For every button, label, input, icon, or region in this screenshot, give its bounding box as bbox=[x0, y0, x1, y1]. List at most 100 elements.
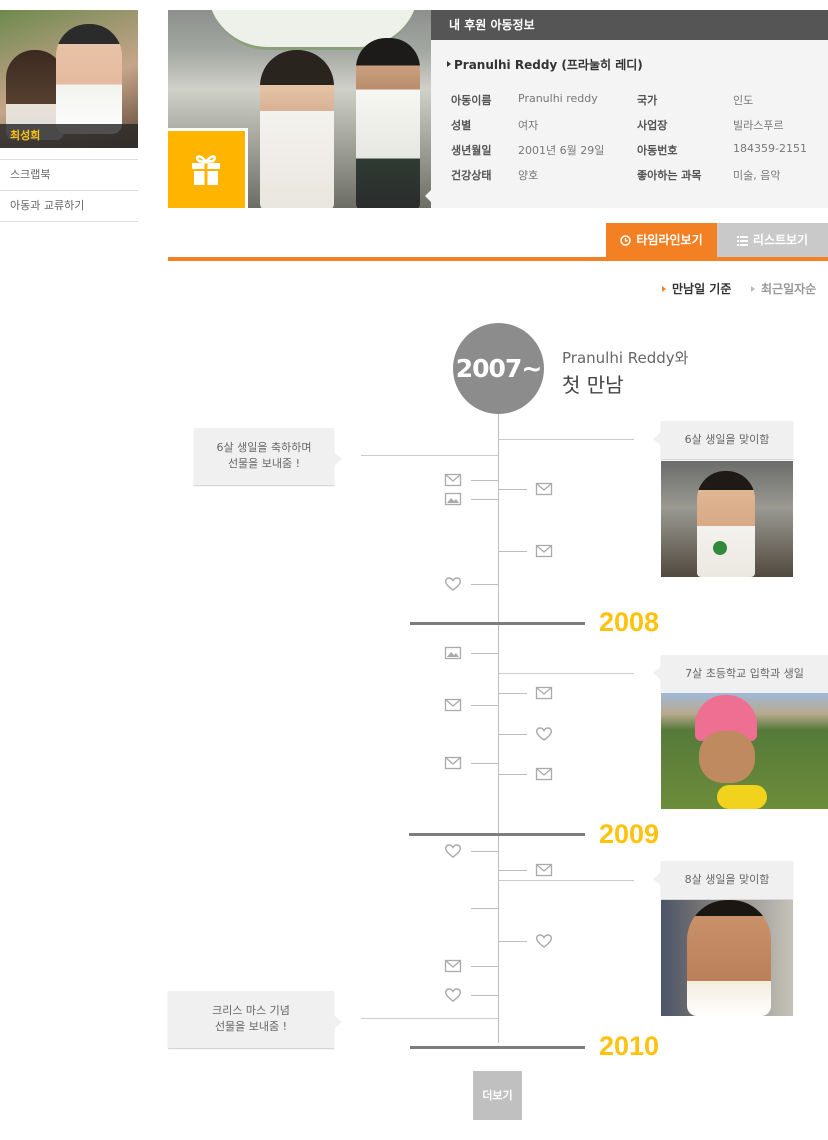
mail-icon[interactable] bbox=[444, 959, 462, 973]
bullet-icon bbox=[662, 286, 666, 292]
info-value: 미술, 음악 bbox=[733, 169, 781, 182]
heart-icon[interactable] bbox=[535, 726, 553, 742]
tab-timeline-label: 타임라인보기 bbox=[636, 233, 703, 247]
child-hero-photo bbox=[168, 10, 431, 208]
more-button[interactable]: 더보기 bbox=[473, 1071, 522, 1120]
photo-child bbox=[687, 900, 771, 1016]
year-label: 2010 bbox=[599, 1031, 660, 1061]
hero-girl bbox=[260, 50, 334, 208]
heart-icon[interactable] bbox=[535, 933, 553, 949]
hero-boy bbox=[356, 38, 420, 208]
profile-name: 최성희 bbox=[0, 124, 138, 148]
mail-icon[interactable] bbox=[535, 863, 553, 877]
photo-icon[interactable] bbox=[444, 492, 462, 506]
year-label: 2009 bbox=[599, 819, 660, 849]
tab-list[interactable]: 리스트보기 bbox=[717, 223, 828, 257]
child-name: Pranulhi Reddy (프라눌히 레디) bbox=[447, 56, 643, 73]
year-divider bbox=[410, 1046, 585, 1049]
mail-icon[interactable] bbox=[535, 686, 553, 700]
side-menu: 스크랩북 아동과 교류하기 bbox=[0, 159, 138, 222]
timeline-tick bbox=[499, 551, 527, 552]
info-label: 국가 bbox=[637, 94, 658, 107]
info-value: 2001년 6월 29일 bbox=[518, 144, 605, 157]
timeline-tick bbox=[471, 908, 499, 909]
info-label: 아동이름 bbox=[451, 94, 492, 107]
event-photo[interactable] bbox=[661, 900, 793, 1016]
child-info-panel: 내 후원 아동정보 Pranulhi Reddy (프라눌히 레디) 아동이름 … bbox=[431, 10, 828, 208]
mail-icon[interactable] bbox=[444, 698, 462, 712]
event-connector bbox=[361, 455, 498, 456]
event-text: 6살 생일을 맞이함 bbox=[684, 433, 770, 446]
photo-badge bbox=[713, 541, 727, 555]
tab-timeline[interactable]: 타임라인보기 bbox=[606, 223, 717, 257]
timeline-tick bbox=[471, 851, 499, 852]
heart-icon[interactable] bbox=[444, 843, 462, 859]
mail-icon[interactable] bbox=[444, 756, 462, 770]
timeline-tick bbox=[471, 705, 499, 706]
start-year-circle: 2007~ bbox=[453, 323, 544, 414]
event-photo[interactable] bbox=[661, 693, 828, 809]
event-bubble[interactable]: 6살 생일을 축하하며 선물을 보내줌 ! bbox=[194, 428, 342, 485]
mail-icon[interactable] bbox=[444, 473, 462, 487]
first-meet-line2: 첫 만남 bbox=[562, 373, 624, 397]
child-name-text: Pranulhi Reddy (프라눌히 레디) bbox=[454, 58, 643, 72]
info-label: 건강상태 bbox=[451, 169, 492, 182]
timeline-tick bbox=[499, 693, 527, 694]
profile-photo[interactable]: 최성희 bbox=[0, 10, 138, 148]
photo-child bbox=[699, 731, 755, 783]
timeline-tick bbox=[499, 734, 527, 735]
menu-item-scrapbook[interactable]: 스크랩북 bbox=[0, 160, 138, 191]
mail-icon[interactable] bbox=[535, 767, 553, 781]
timeline-tick bbox=[471, 499, 499, 500]
event-text: 선물을 보내줌 ! bbox=[214, 1020, 288, 1033]
year-divider bbox=[410, 622, 585, 625]
info-value: 인도 bbox=[733, 94, 754, 107]
info-label: 아동번호 bbox=[637, 144, 678, 157]
gift-button[interactable] bbox=[168, 128, 248, 208]
event-bubble[interactable]: 6살 생일을 맞이함 bbox=[653, 421, 793, 459]
event-bubble[interactable]: 8살 생일을 맞이함 bbox=[653, 861, 793, 899]
info-value: 184359-2151 bbox=[733, 142, 807, 155]
event-text: 8살 생일을 맞이함 bbox=[684, 873, 770, 886]
profile-photo-sponsor bbox=[56, 24, 122, 134]
event-bubble[interactable]: 크리스 마스 기념 선물을 보내줌 ! bbox=[168, 991, 342, 1048]
timeline-tick bbox=[471, 584, 499, 585]
timeline-tick bbox=[499, 489, 527, 490]
mail-icon[interactable] bbox=[535, 482, 553, 496]
event-text: 6살 생일을 축하하며 bbox=[216, 441, 312, 454]
timeline-tick bbox=[499, 774, 527, 775]
timeline-tick bbox=[471, 966, 499, 967]
heart-icon[interactable] bbox=[444, 576, 462, 592]
event-connector bbox=[499, 673, 634, 674]
info-label: 좋아하는 과목 bbox=[637, 169, 702, 182]
timeline-tick bbox=[499, 870, 527, 871]
event-bubble[interactable]: 7살 초등학교 입학과 생일 bbox=[653, 655, 828, 693]
sort-by-meet-date[interactable]: 만남일 기준 bbox=[662, 280, 731, 297]
info-value: 양호 bbox=[518, 169, 539, 182]
sort-by-recent[interactable]: 최근일자순 bbox=[751, 280, 816, 297]
timeline-tick bbox=[471, 653, 499, 654]
sort-recent-label: 최근일자순 bbox=[761, 282, 817, 296]
info-header: 내 후원 아동정보 bbox=[431, 10, 828, 40]
menu-item-exchange[interactable]: 아동과 교류하기 bbox=[0, 191, 138, 222]
event-connector bbox=[361, 1018, 498, 1019]
first-meet-line1: Pranulhi Reddy와 bbox=[562, 349, 689, 367]
tab-list-label: 리스트보기 bbox=[752, 233, 809, 247]
info-value: 여자 bbox=[518, 119, 539, 132]
timeline-tick bbox=[471, 763, 499, 764]
timeline-axis bbox=[498, 410, 499, 1043]
first-meet-caption: Pranulhi Reddy와 첫 만남 bbox=[562, 347, 688, 398]
year-label: 2008 bbox=[599, 607, 660, 637]
timeline-tick bbox=[471, 995, 499, 996]
event-connector bbox=[499, 439, 634, 440]
photo-icon[interactable] bbox=[444, 646, 462, 660]
timeline-tick bbox=[471, 480, 499, 481]
tab-underline bbox=[168, 257, 828, 261]
info-label: 생년월일 bbox=[451, 144, 492, 157]
mail-icon[interactable] bbox=[535, 544, 553, 558]
photo-flowers bbox=[717, 785, 767, 809]
event-connector bbox=[499, 880, 634, 881]
info-value: 빌라스푸르 bbox=[733, 119, 784, 132]
event-photo[interactable] bbox=[661, 461, 793, 577]
heart-icon[interactable] bbox=[444, 987, 462, 1003]
